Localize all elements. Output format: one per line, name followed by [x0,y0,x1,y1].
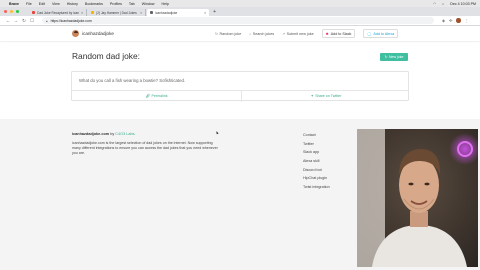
browser-tab[interactable]: (2) Jay Hammer | Dad Jokes × [88,9,147,16]
forward-icon[interactable]: → [12,18,20,23]
os-menubar: Brave File Edit View History Bookmarks P… [0,0,480,7]
window-controls [4,7,20,16]
footer-company-link[interactable]: C4O3 Labs. [115,132,135,136]
refresh-icon: ↻ [215,31,219,36]
refresh-icon: ↻ [384,55,388,59]
tab-title: icanhazdadjoke [155,10,178,15]
nav-search-jokes[interactable]: ⌕ Search jokes [249,32,274,36]
close-window-icon[interactable] [4,9,8,14]
new-tab-icon[interactable]: + [213,9,216,16]
site-nav: ↻ Random joke ⌕ Search jokes ↗ Submit ne… [215,26,399,41]
puzzle-icon[interactable]: ✣ [449,18,452,23]
zoom-window-icon[interactable] [15,9,20,14]
brand-name: icanhazdadjoke [82,31,114,36]
search-icon[interactable]: ⌕ [442,2,444,6]
browser-tab-active[interactable]: icanhazdadjoke × [147,9,210,16]
minimize-window-icon[interactable] [9,9,14,14]
nav-submit-label: Submit new joke [286,31,314,36]
avatar[interactable] [456,18,461,23]
share-twitter-link[interactable]: ✦ Share on Twitter [242,90,410,102]
menu-history[interactable]: History [67,2,78,6]
share-label: Share on Twitter [315,94,342,98]
menu-file[interactable]: File [26,2,32,6]
wifi-icon[interactable]: ◠ [433,2,436,6]
youtube-favicon-icon [32,11,36,14]
permalink-label: Permalink [151,94,168,98]
footer-by: by [110,132,115,136]
footer-link-alexa[interactable]: Alexa skill [303,159,330,163]
favicon-icon [150,11,154,14]
nav-submit-joke[interactable]: ↗ Submit new joke [282,32,314,36]
menu-help[interactable]: Help [161,2,168,6]
nav-random-joke[interactable]: ↻ Random joke [215,32,241,36]
close-tab-icon[interactable]: × [140,11,142,15]
add-to-slack-button[interactable]: ✱ Add to Slack [321,29,356,38]
webcam-image [357,129,478,267]
slack-label: Add to Slack [330,31,352,36]
page-title: Random dad joke: [72,51,140,61]
close-tab-icon[interactable]: × [81,11,83,15]
address-url[interactable]: https://icanhazdadjoke.com [51,19,92,23]
browser-toolbar: ← → ↻ ☐ 🔒︎ https://icanhazdadjoke.com ◈ … [0,16,480,26]
back-icon[interactable]: ← [4,18,12,23]
close-tab-icon[interactable]: × [204,11,206,15]
menu-edit[interactable]: Edit [39,2,45,6]
footer-link-hipchat[interactable]: HipChat plugin [303,176,330,180]
site-brand[interactable]: icanhazdadjoke [72,30,114,37]
joke-text: What do you call a fish wearing a bowtie… [79,77,186,83]
footer-link-discord[interactable]: Discord bot [303,168,330,172]
address-bar[interactable]: 🔒︎ https://icanhazdadjoke.com [42,17,434,24]
search-icon: ⌕ [249,31,252,36]
nav-search-label: Search jokes [252,31,275,36]
footer-link-contact[interactable]: Contact [303,133,330,137]
twitter-icon: ✦ [310,94,314,98]
logo-icon [72,30,79,37]
footer-site-name: icanhazdadjoke.com [72,132,110,136]
permalink-link[interactable]: 🔗︎ Permalink [72,90,241,102]
joke-card: What do you call a fish wearing a bowtie… [71,71,410,102]
menubar-clock[interactable]: Dec 4 10:03 PM [450,2,476,6]
footer-link-slack[interactable]: Slack app [303,150,330,154]
menu-view[interactable]: View [52,2,60,6]
add-to-alexa-button[interactable]: ◯ Add to Alexa [363,29,399,38]
shield-icon[interactable]: ◈ [442,18,445,23]
new-joke-button[interactable]: ↻ New joke [380,53,408,61]
menu-app-name[interactable]: Brave [9,2,19,6]
new-joke-label: New joke [389,55,404,59]
footer-links: Contact Twitter Slack app Alexa skill Di… [303,133,330,189]
alexa-label: Add to Alexa [373,31,395,36]
browser-tab[interactable]: Dad Joke Recaptured by icanhazdadjoke.c.… [29,9,88,16]
favicon-icon [91,11,95,14]
menu-bookmarks[interactable]: Bookmarks [85,2,103,6]
bookmark-icon[interactable]: ☐ [28,18,36,24]
nav-random-label: Random joke [219,31,242,36]
footer-description: icanhazdadjoke.com is the largest select… [72,141,218,155]
menu-window[interactable]: Window [142,2,155,6]
lock-icon[interactable]: 🔒︎ [46,19,48,23]
browser-extensions: ◈ ✣ ⋮ [442,18,469,23]
tab-strip: Dad Joke Recaptured by icanhazdadjoke.c.… [0,7,480,16]
footer-link-twitter[interactable]: Twitter [303,142,330,146]
tab-title: Dad Joke Recaptured by icanhazdadjoke.c.… [37,10,79,15]
tab-title: (2) Jay Hammer | Dad Jokes [96,10,137,15]
footer-link-twist[interactable]: Twist integration [303,185,330,189]
reload-icon[interactable]: ↻ [20,18,28,24]
footer-brand: icanhazdadjoke.com by C4O3 Labs. [72,132,136,136]
submit-icon: ↗ [282,31,286,36]
menu-icon[interactable]: ⋮ [465,18,469,23]
menu-profiles[interactable]: Profiles [110,2,122,6]
alexa-icon: ◯ [367,31,372,36]
webcam-overlay [357,129,478,267]
slack-icon: ✱ [325,31,329,36]
menu-tab[interactable]: Tab [129,2,135,6]
site-header: icanhazdadjoke ↻ Random joke ⌕ Search jo… [0,26,480,41]
link-icon: 🔗︎ [145,94,151,98]
